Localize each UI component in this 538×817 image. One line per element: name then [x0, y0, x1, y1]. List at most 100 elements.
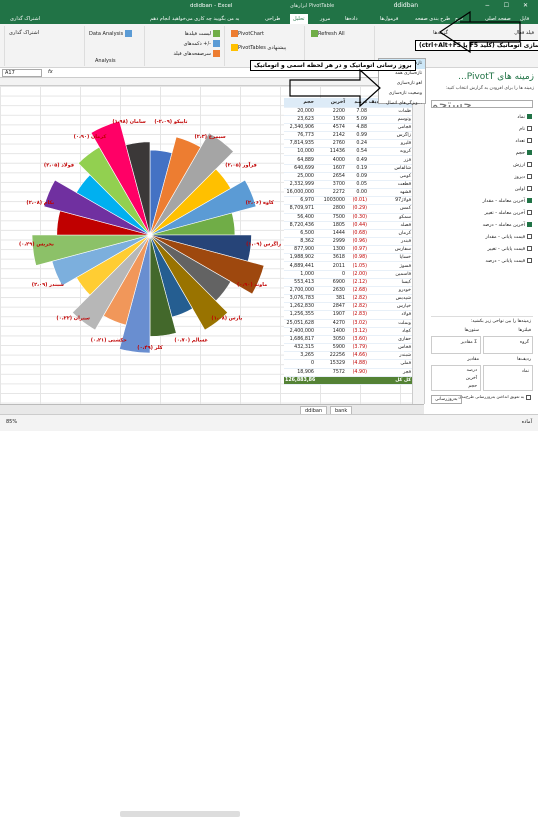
refresh-all-button[interactable]: Refresh All: [309, 30, 345, 37]
pivot-cell[interactable]: 1907: [315, 310, 346, 320]
pivot-cell[interactable]: فزر: [368, 155, 412, 165]
pivot-cell[interactable]: شبندر: [368, 351, 412, 361]
pivot-cell[interactable]: شپدیس: [368, 294, 412, 304]
pivot-row[interactable]: 1,262,830 2847 (2.82) خپارس: [284, 302, 412, 312]
tab-5[interactable]: داده‌ها: [345, 16, 358, 22]
window-controls[interactable]: − ☐ ✕: [485, 2, 534, 9]
pivot-cell[interactable]: 2760: [315, 139, 346, 149]
field-item[interactable]: قیمت پایانی - مقدار: [485, 234, 532, 240]
pivot-cell[interactable]: کروبه: [368, 147, 412, 157]
values-item[interactable]: آخرین: [466, 376, 477, 381]
tab-9[interactable]: طراحی: [265, 16, 280, 22]
field-item[interactable]: نام: [519, 126, 532, 132]
pivot-row[interactable]: 553,413 6900 (2.12) کیسا: [284, 278, 412, 287]
pivot-row[interactable]: 640,699 1607 0.19 شالفاس: [284, 164, 412, 173]
pivot-cell[interactable]: (0.68): [346, 229, 368, 239]
pivot-cell[interactable]: کچاد: [368, 327, 412, 336]
pivot-cell[interactable]: قشهد: [368, 188, 412, 198]
field-item[interactable]: قیمت پایانی - تغییر: [487, 246, 532, 252]
pivotchart-button[interactable]: PivotChart: [229, 30, 264, 37]
pivot-row[interactable]: 18,906 7572 (4.90) فجر: [284, 368, 412, 377]
pivot-cell[interactable]: 3618: [315, 253, 346, 263]
pivot-cell[interactable]: فولاد: [368, 310, 412, 320]
pivot-cell[interactable]: (2.00): [346, 270, 368, 279]
pivot-cell[interactable]: قطعت: [368, 180, 412, 190]
pivot-row[interactable]: 3,265 22256 (4.66) شبندر: [284, 351, 412, 361]
pivot-cell[interactable]: 0.49: [346, 155, 368, 165]
tab-3[interactable]: طرح بندی صفحه: [415, 16, 450, 22]
field-item[interactable]: دیروز: [514, 174, 532, 180]
pivot-row[interactable]: 1,686,817 3050 (3.60) حفاری: [284, 335, 412, 345]
checkbox-icon[interactable]: [527, 150, 532, 155]
field-item[interactable]: آخرین معامله - مقدار: [483, 198, 532, 204]
pivot-cell[interactable]: (2.12): [346, 278, 368, 287]
columns-value[interactable]: Σ مقادیر: [461, 340, 477, 345]
checkbox-icon[interactable]: [527, 246, 532, 251]
pivot-cell[interactable]: 0.54: [346, 147, 368, 157]
pivot-row[interactable]: 4,889,441 2011 (1.05) فسوژ: [284, 261, 412, 271]
pivot-cell[interactable]: (0.98): [346, 253, 368, 263]
checkbox-icon[interactable]: [527, 138, 532, 143]
pivot-header-cell[interactable]: آخرین: [315, 98, 346, 108]
tab-0[interactable]: فایل: [520, 16, 529, 22]
pivot-cell[interactable]: خپارس: [368, 302, 412, 312]
values-item[interactable]: حجم: [468, 384, 477, 389]
pivot-cell[interactable]: (0.44): [346, 221, 368, 230]
checkbox-icon[interactable]: [527, 186, 532, 191]
field-item[interactable]: آخرین معامله - تغییر: [484, 210, 532, 216]
menu-item-3[interactable]: وضعیت تازه‌سازی: [379, 89, 425, 99]
pivot-cell[interactable]: (3.02): [346, 319, 368, 328]
pivot-row[interactable]: 1,000 0 (2.00) فاسمین: [284, 270, 412, 279]
pie-chart[interactable]: تاپیکو (۲،۰۹-) سیمرغ (۲،۳) فرآور (۲،۰۵) کاو…: [0, 100, 290, 370]
pivot-row[interactable]: 877,900 1300 (0.97) سفارس: [284, 245, 412, 255]
pivot-cell[interactable]: 0.99: [346, 131, 368, 141]
update-button[interactable]: به‌روزرسانی: [431, 395, 462, 404]
pivot-cell[interactable]: (4.90): [346, 368, 368, 377]
pivot-row[interactable]: 6,970 1003000 (0.01) فولاژ97: [284, 196, 412, 206]
pivot-cell[interactable]: (2.82): [346, 302, 368, 312]
tab-1[interactable]: صفحه اصلی: [485, 16, 511, 22]
pivot-row[interactable]: 25,051,628 4270 (3.02) وبملت: [284, 319, 412, 328]
field-item[interactable]: اولین: [515, 186, 532, 192]
pivot-cell[interactable]: (3.79): [346, 343, 368, 353]
pivot-cell[interactable]: (4.66): [346, 351, 368, 361]
columns-area[interactable]: Σ مقادیر: [431, 336, 481, 354]
options-button[interactable]: گزینه‌ها: [433, 30, 448, 36]
field-item[interactable]: تعداد: [515, 138, 532, 144]
pivot-cell[interactable]: خودرو: [368, 286, 412, 296]
pivot-row[interactable]: 1,256,355 1907 (2.83) فولاد: [284, 310, 412, 320]
pivot-cell[interactable]: قجامی: [368, 123, 412, 132]
pivot-cell[interactable]: شالفاس: [368, 164, 412, 173]
pivot-cell[interactable]: کومی: [368, 172, 412, 181]
pivot-cell[interactable]: (3.60): [346, 335, 368, 345]
pivot-cell[interactable]: قلیرو: [368, 139, 412, 149]
pivot-cell[interactable]: (0.29): [346, 204, 368, 214]
pivot-cell[interactable]: (2.82): [346, 294, 368, 304]
pivot-cell[interactable]: سفارس: [368, 245, 412, 255]
pivot-cell[interactable]: 1805: [315, 221, 346, 230]
zoom-level[interactable]: 85%: [6, 419, 17, 425]
pivot-row[interactable]: 2,700,000 2630 (2.68) خودرو: [284, 286, 412, 296]
recommended-pivot-button[interactable]: PivotTables پیشنهادی: [229, 44, 286, 51]
pivot-row[interactable]: 1,988,902 3618 (0.98) خساپا: [284, 253, 412, 263]
pivot-cell[interactable]: 2630: [315, 286, 346, 296]
quick-access-toolbar[interactable]: ddidban: [394, 2, 418, 9]
pivot-row[interactable]: 7,814,935 2760 0.24 قلیرو: [284, 139, 412, 149]
pivot-header-cell[interactable]: درصد: [346, 98, 368, 108]
pivot-cell[interactable]: (0.30): [346, 213, 368, 222]
pivot-cell[interactable]: (2.68): [346, 286, 368, 296]
field-item[interactable]: قیمت پایانی - درصد: [486, 258, 532, 264]
pivot-row[interactable]: 56,400 7500 (0.30) سمکو: [284, 213, 412, 222]
filters-area[interactable]: گروه: [483, 336, 533, 354]
filters-value[interactable]: گروه: [520, 340, 529, 345]
pivot-cell[interactable]: فصلد: [368, 221, 412, 230]
checkbox-icon[interactable]: [527, 114, 532, 119]
pivot-cell[interactable]: فبندر: [368, 237, 412, 247]
values-area[interactable]: درصد آخرین حجم: [431, 365, 481, 391]
pivot-cell[interactable]: وبملت: [368, 319, 412, 328]
pivot-cell[interactable]: 2142: [315, 131, 346, 141]
tab-10[interactable]: به من بگویید چه کاری می‌خواهید انجام دهم: [150, 16, 239, 22]
pivot-cell[interactable]: 7.08: [346, 107, 368, 116]
pivot-row[interactable]: 16,000,000 2272 0.00 قشهد: [284, 188, 412, 198]
pivot-cell[interactable]: فولاژ97: [368, 196, 412, 206]
